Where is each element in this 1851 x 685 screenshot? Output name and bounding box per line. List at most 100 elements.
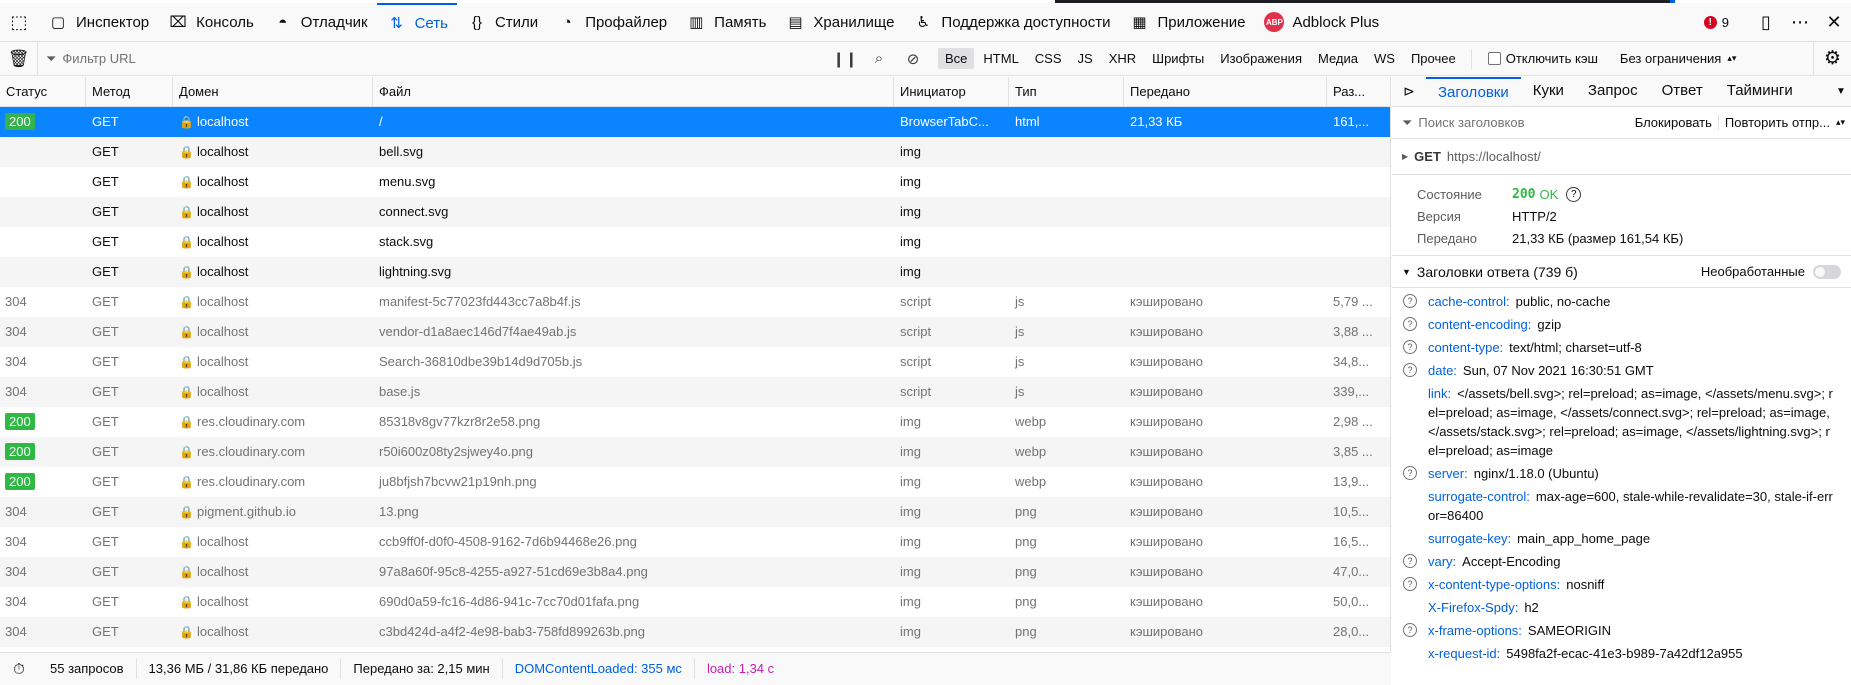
tab-application[interactable]: ▦ Приложение	[1119, 3, 1254, 41]
block-button[interactable]: Блокировать	[1629, 115, 1718, 130]
table-row[interactable]: 304 GET 🔒 localhost base.js script js кэширован…	[0, 377, 1390, 407]
table-row[interactable]: 304 GET 🔒 localhost c3bd424d-a4f2-4e98-bab3-…	[0, 617, 1390, 647]
url-filter-input[interactable]: ⏷ Фильтр URL	[38, 42, 828, 75]
method-cell: GET	[92, 174, 119, 189]
more-options-icon[interactable]: ⋯	[1783, 3, 1817, 41]
throttling-select[interactable]: Без ограничения ▴▾	[1620, 51, 1736, 66]
search-button[interactable]: ⌕	[862, 42, 896, 75]
help-icon[interactable]: ?	[1403, 317, 1417, 331]
lock-icon: 🔒	[179, 325, 194, 339]
help-icon[interactable]: ?	[1566, 186, 1582, 202]
column-header-size[interactable]: Раз...	[1327, 77, 1382, 107]
help-icon[interactable]: ?	[1403, 577, 1417, 591]
help-icon[interactable]: ?	[1403, 294, 1417, 308]
column-header-method[interactable]: Метод	[86, 77, 173, 107]
type-filter-3[interactable]: JS	[1071, 48, 1100, 69]
help-icon[interactable]: ?	[1403, 363, 1417, 377]
dock-icon[interactable]: ▯	[1749, 3, 1783, 41]
table-row[interactable]: 304 GET 🔒 localhost manifest-5c77023fd443cc7…	[0, 287, 1390, 317]
table-row[interactable]: GET 🔒 localhost connect.svg img	[0, 197, 1390, 227]
details-tab-1[interactable]: Куки	[1521, 77, 1576, 107]
response-header-row: X-Firefox-Spdy: h2	[1392, 596, 1851, 619]
help-icon[interactable]: ?	[1403, 340, 1417, 354]
size-cell: 47,0...	[1333, 564, 1370, 579]
type-filter-8[interactable]: WS	[1367, 48, 1402, 69]
tab-accessibility[interactable]: ♿ Поддержка доступности	[903, 3, 1119, 41]
disable-cache-checkbox[interactable]: Отключить кэш	[1487, 51, 1598, 66]
table-row[interactable]: 200 GET 🔒 localhost / BrowserTabC... html 21,33…	[0, 107, 1390, 137]
response-headers-section[interactable]: ▼ Заголовки ответа (739 б) Необработанны…	[1392, 256, 1851, 288]
tab-console[interactable]: ⌧ Консоль	[158, 3, 263, 41]
tab-profiler[interactable]: ◔ Профайлер	[547, 3, 676, 41]
help-icon[interactable]: ?	[1403, 623, 1417, 637]
request-url-row[interactable]: ▶ GET https://localhost/	[1392, 139, 1851, 175]
table-row[interactable]: GET 🔒 localhost menu.svg img	[0, 167, 1390, 197]
tab-storage[interactable]: ▤ Хранилище	[775, 3, 903, 41]
toggle-switch[interactable]	[1813, 264, 1841, 279]
pause-button[interactable]: ❙❙	[828, 42, 862, 75]
details-tab-3[interactable]: Ответ	[1650, 77, 1715, 107]
tab-network[interactable]: ⇅ Сеть	[376, 3, 457, 41]
table-row[interactable]: 200 GET 🔒 res.cloudinary.com ju8bfjsh7bcvw21…	[0, 467, 1390, 497]
type-filter-0[interactable]: Все	[938, 48, 975, 69]
table-row[interactable]: 304 GET 🔒 localhost ccb9ff0f-d0f0-4508-9162-…	[0, 527, 1390, 557]
column-header-init[interactable]: Инициатор	[894, 77, 1009, 107]
type-filter-6[interactable]: Изображения	[1213, 48, 1309, 69]
raw-headers-toggle[interactable]: Необработанные	[1701, 264, 1841, 279]
table-row[interactable]: 304 GET 🔒 localhost 690d0a59-fc16-4d86-941c-…	[0, 587, 1390, 617]
column-header-status[interactable]: Статус	[0, 77, 86, 107]
type-filter-5[interactable]: Шрифты	[1145, 48, 1211, 69]
column-header-file[interactable]: Файл	[373, 77, 894, 107]
details-tab-2[interactable]: Запрос	[1576, 77, 1650, 107]
header-text: date: Sun, 07 Nov 2021 16:30:51 GMT	[1428, 361, 1833, 380]
element-picker-icon[interactable]: ⬚	[0, 3, 38, 41]
headers-filter-input[interactable]: ⏷ Поиск заголовков	[1392, 115, 1629, 131]
table-row[interactable]: 304 GET 🔒 localhost vendor-d1a8aec146d7f4ae4…	[0, 317, 1390, 347]
help-icon[interactable]: ?	[1403, 466, 1417, 480]
table-row[interactable]: 200 GET 🔒 res.cloudinary.com r50i600z08ty2sj…	[0, 437, 1390, 467]
initiator-cell: script	[900, 384, 932, 399]
column-header-domain[interactable]: Домен	[173, 77, 373, 107]
details-tab-0[interactable]: Заголовки	[1426, 77, 1521, 107]
tab-memory[interactable]: ▥ Память	[676, 3, 775, 41]
column-header-type[interactable]: Тип	[1009, 77, 1124, 107]
tab-debugger[interactable]: ◓ Отладчик	[263, 3, 377, 41]
table-row[interactable]: 304 GET 🔒 pigment.github.io 13.png img png кэши…	[0, 497, 1390, 527]
close-icon[interactable]: ✕	[1817, 3, 1851, 41]
status-code: 304	[5, 534, 27, 549]
tab-adblock[interactable]: ABP Adblock Plus	[1254, 3, 1388, 41]
help-slot: ?	[1392, 464, 1428, 483]
size-cell: 161,...	[1333, 114, 1370, 129]
clear-requests-button[interactable]: 🗑	[0, 42, 38, 75]
size-cell: 339,...	[1333, 384, 1370, 399]
more-tabs-chevron-icon[interactable]: ▼	[1831, 86, 1851, 97]
table-row[interactable]: GET 🔒 localhost lightning.svg img	[0, 257, 1390, 287]
type-filter-9[interactable]: Прочее	[1404, 48, 1463, 69]
file-cell: vendor-d1a8aec146d7f4ae49ab.js	[379, 324, 577, 339]
network-settings-button[interactable]: ⚙	[1813, 42, 1851, 75]
resend-button[interactable]: Повторить отпр... ▴▾	[1717, 115, 1851, 130]
file-cell: r50i600z08ty2sjwey4o.png	[379, 444, 533, 459]
table-row[interactable]: 304 GET 🔒 localhost Search-36810dbe39b14d9d7…	[0, 347, 1390, 377]
table-row[interactable]: 304 GET 🔒 localhost 97a8a60f-95c8-4255-a927-…	[0, 557, 1390, 587]
performance-analysis-button[interactable]: ⏱	[0, 659, 38, 679]
table-row[interactable]: GET 🔒 localhost bell.svg img	[0, 137, 1390, 167]
lock-icon: 🔒	[179, 295, 194, 309]
type-filter-7[interactable]: Медиа	[1311, 48, 1365, 69]
help-icon[interactable]: ?	[1403, 554, 1417, 568]
tab-inspector[interactable]: ▢ Инспектор	[38, 3, 158, 41]
table-row[interactable]: 200 GET 🔒 res.cloudinary.com 85318v8gv77kzr8…	[0, 407, 1390, 437]
toggle-sidebar-icon[interactable]: ⊳	[1392, 77, 1426, 107]
error-count[interactable]: ! 9	[1703, 15, 1729, 30]
tab-styles[interactable]: {} Стили	[457, 3, 547, 41]
details-tab-4[interactable]: Тайминги	[1715, 77, 1805, 107]
type-filter-4[interactable]: XHR	[1102, 48, 1143, 69]
table-row[interactable]: GET 🔒 localhost stack.svg img	[0, 227, 1390, 257]
file-cell: lightning.svg	[379, 264, 452, 279]
status-cell: 304	[0, 287, 86, 317]
block-requests-button[interactable]: ⊘	[896, 42, 930, 75]
type-filter-2[interactable]: CSS	[1028, 48, 1069, 69]
file-cell: 97a8a60f-95c8-4255-a927-51cd69e3b8a4.png	[379, 564, 648, 579]
column-header-trans[interactable]: Передано	[1124, 77, 1327, 107]
type-filter-1[interactable]: HTML	[976, 48, 1025, 69]
